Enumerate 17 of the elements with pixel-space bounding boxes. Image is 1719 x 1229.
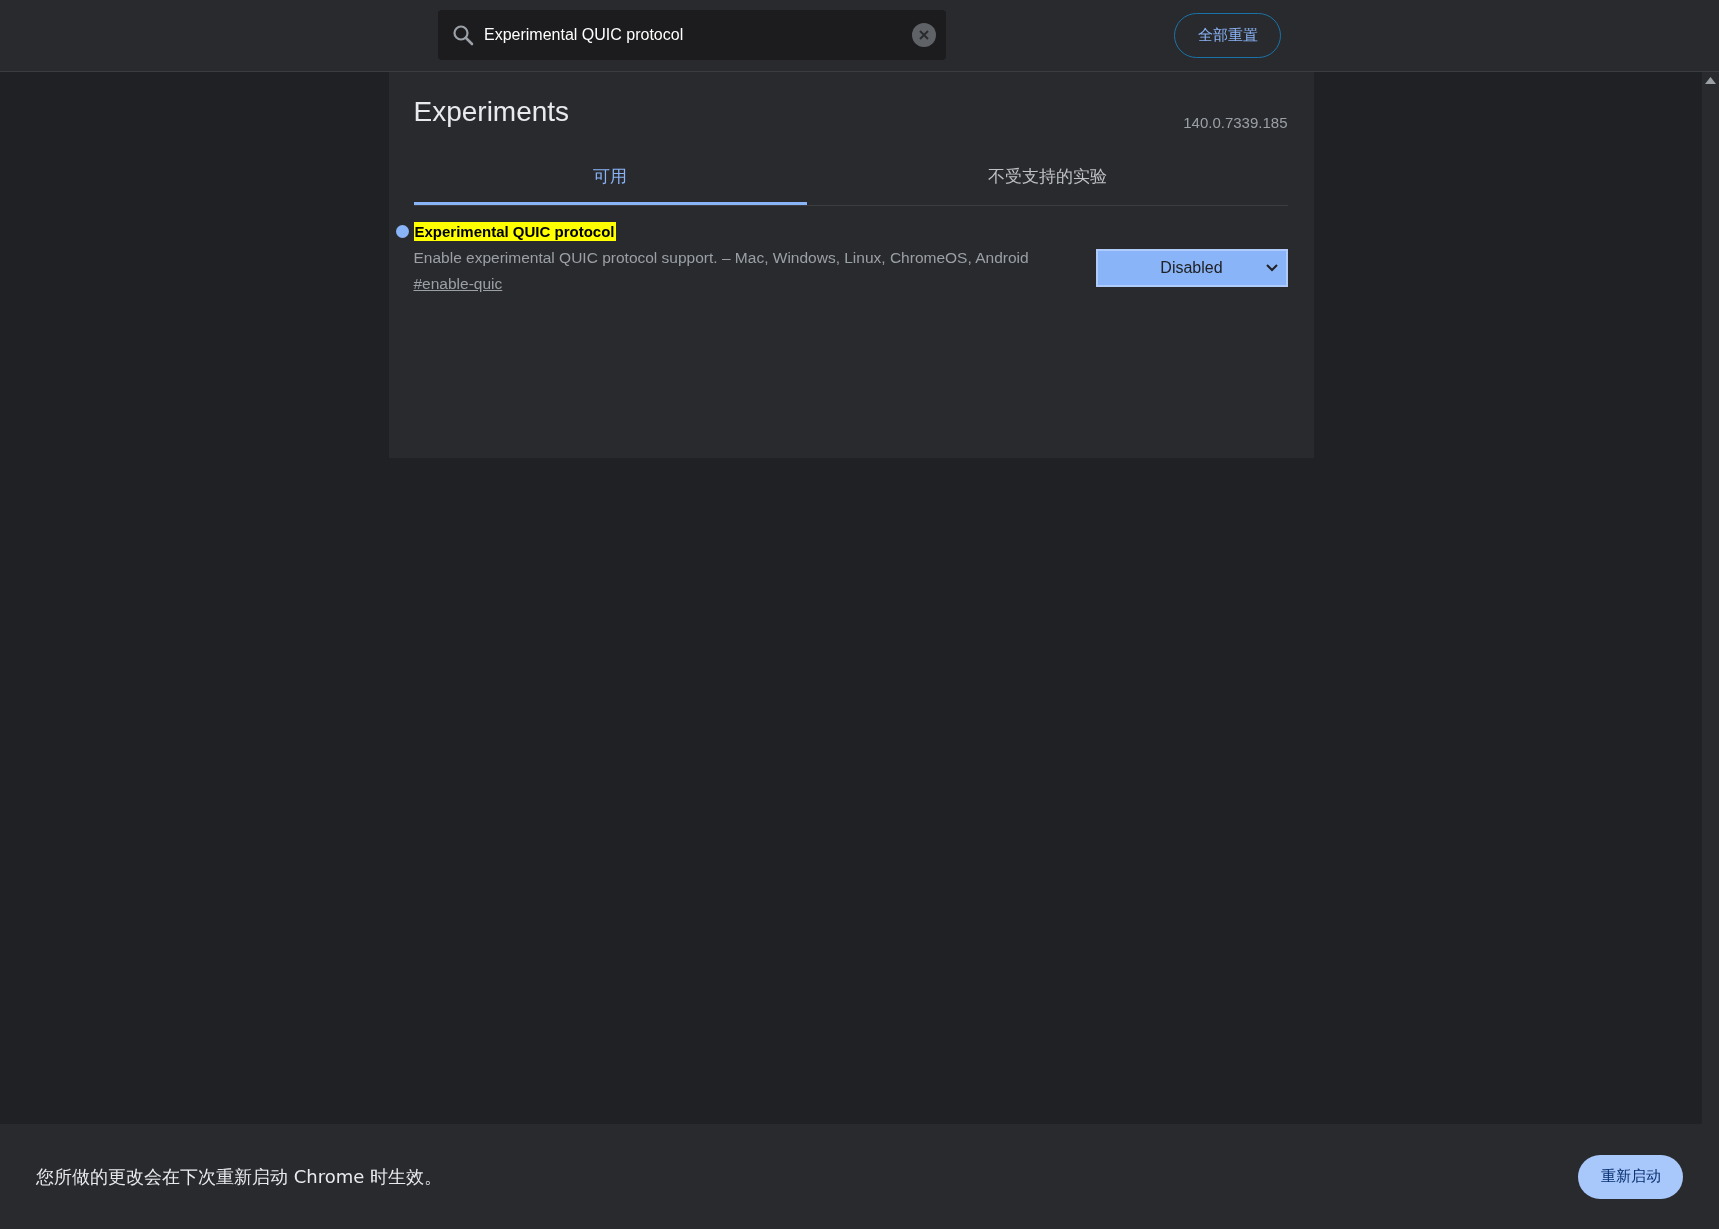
version-label: 140.0.7339.185: [1183, 114, 1288, 131]
chevron-down-icon: [1265, 264, 1278, 272]
search-input[interactable]: Experimental QUIC protocol: [484, 26, 902, 44]
state-dropdown[interactable]: Disabled: [1095, 249, 1288, 287]
tab[interactable]: 可用: [413, 153, 807, 205]
experiment-name: Experimental QUIC protocol: [413, 222, 616, 241]
clear-icon[interactable]: [912, 23, 936, 47]
experiment-link[interactable]: #enable-quic: [413, 275, 1029, 293]
experiment-description: Enable experimental QUIC protocol support. – Mac, Windows, Linux, ChromeOS, Android: [413, 249, 1029, 267]
scroll-up-icon[interactable]: [1705, 77, 1716, 84]
search-icon: [452, 24, 474, 46]
tab[interactable]: 不受支持的实验: [806, 153, 1288, 205]
scrollbar[interactable]: [1702, 72, 1719, 1124]
search-field[interactable]: Experimental QUIC protocol: [438, 10, 946, 60]
page-title: Experiments: [413, 96, 570, 128]
restart-button[interactable]: 重新启动: [1578, 1154, 1683, 1199]
restart-notice: 您所做的更改会在下次重新启动 Chrome 时生效。: [36, 1164, 443, 1189]
